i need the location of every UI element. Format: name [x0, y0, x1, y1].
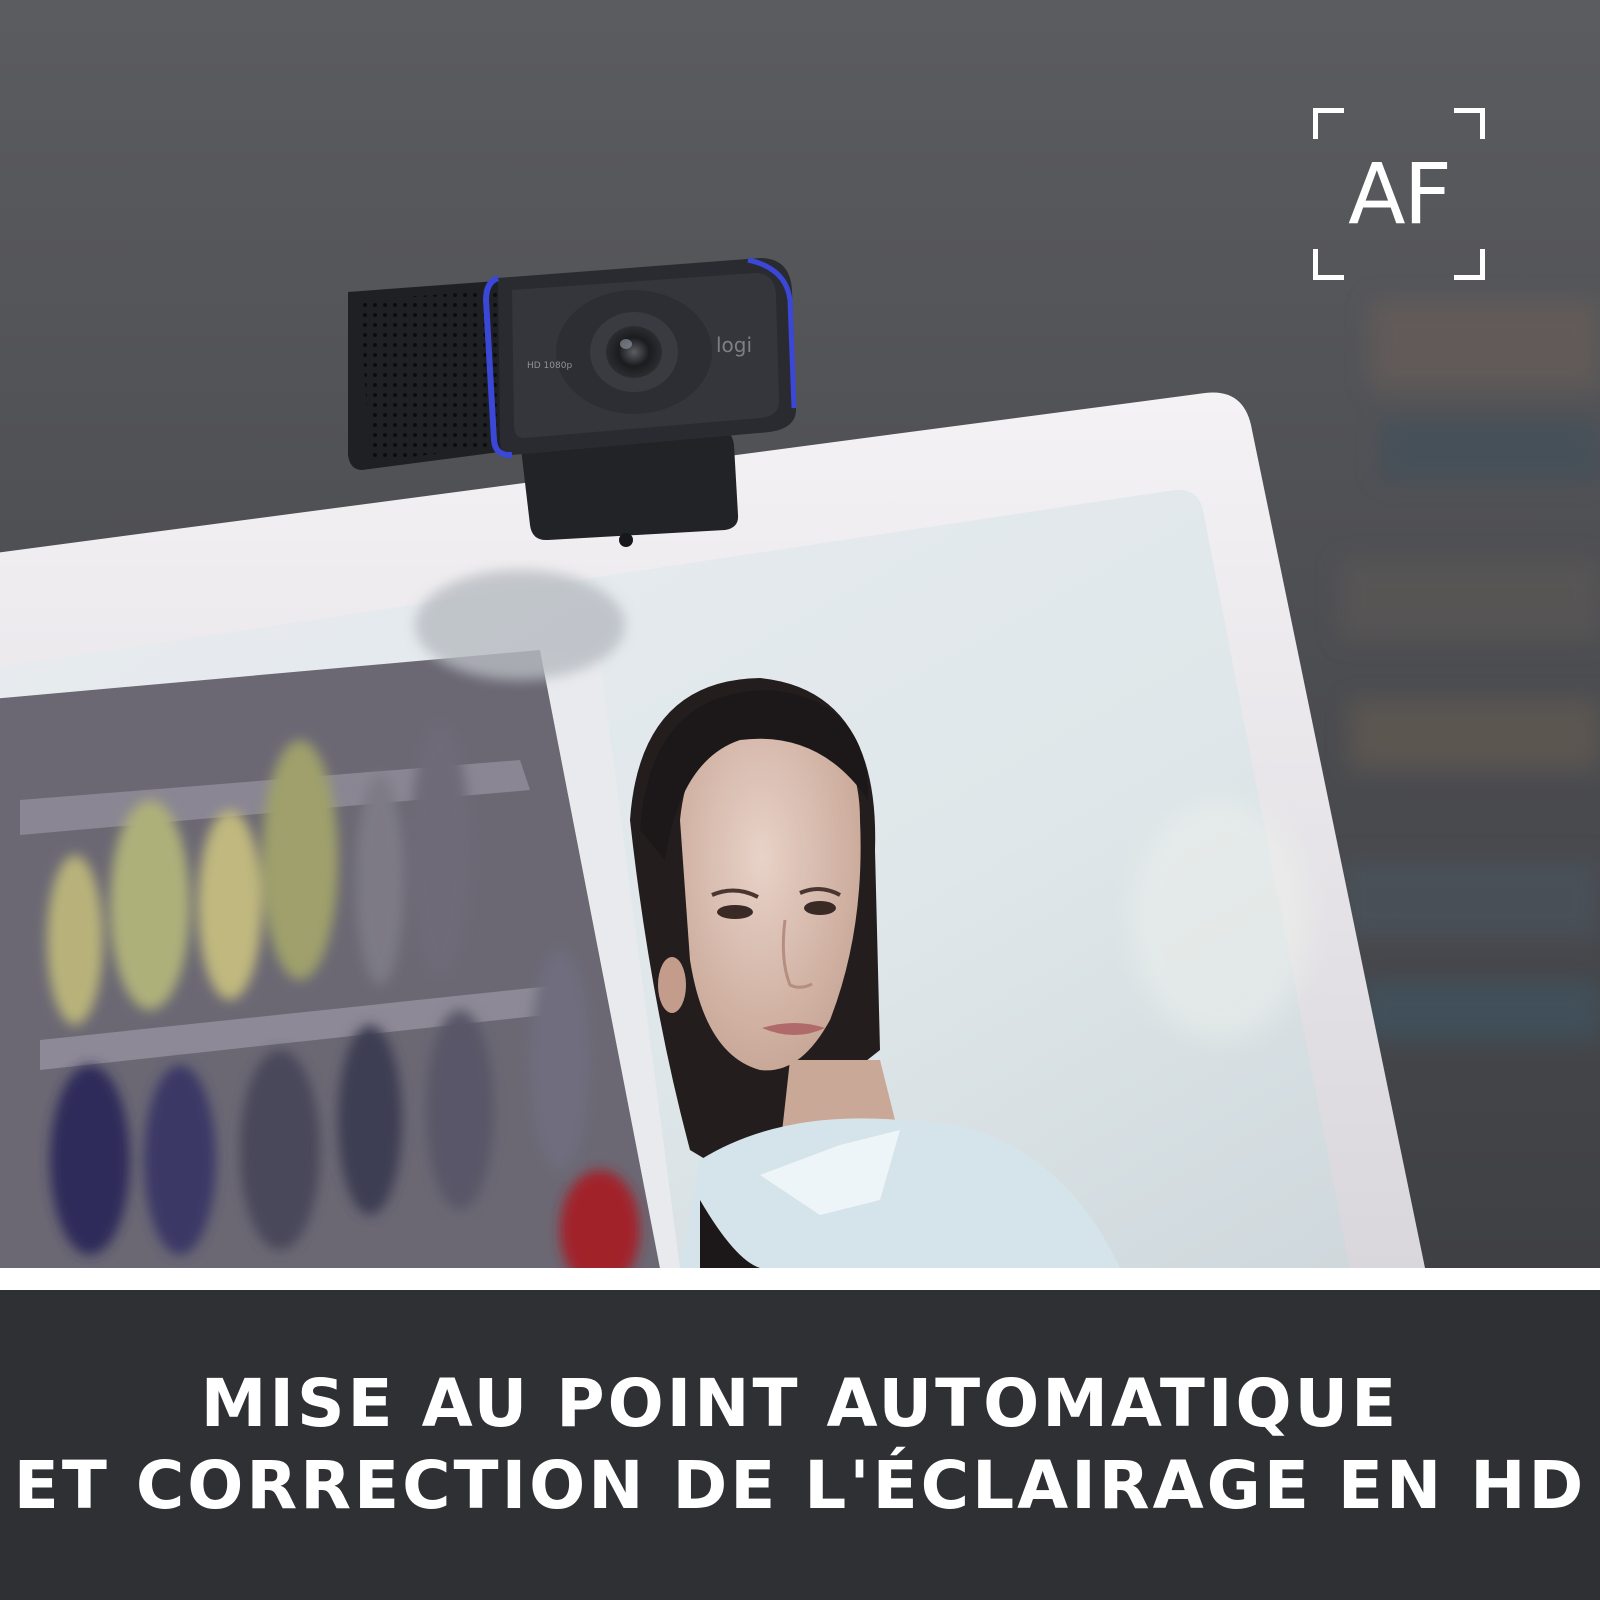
caption-line-2: ET CORRECTION DE L'ÉCLAIRAGE EN HD [13, 1447, 1587, 1524]
caption-band: MISE AU POINT AUTOMATIQUE ET CORRECTION … [0, 1290, 1600, 1600]
autofocus-label: AF [1348, 145, 1452, 243]
divider [0, 1268, 1600, 1290]
autofocus-badge: AF [1313, 108, 1485, 280]
caption-line-1: MISE AU POINT AUTOMATIQUE [200, 1365, 1400, 1442]
screen-bookshelf [0, 650, 680, 1268]
camera-resolution-label: HD 1080p [527, 361, 572, 371]
camera-brand-logo: logi [716, 333, 752, 357]
